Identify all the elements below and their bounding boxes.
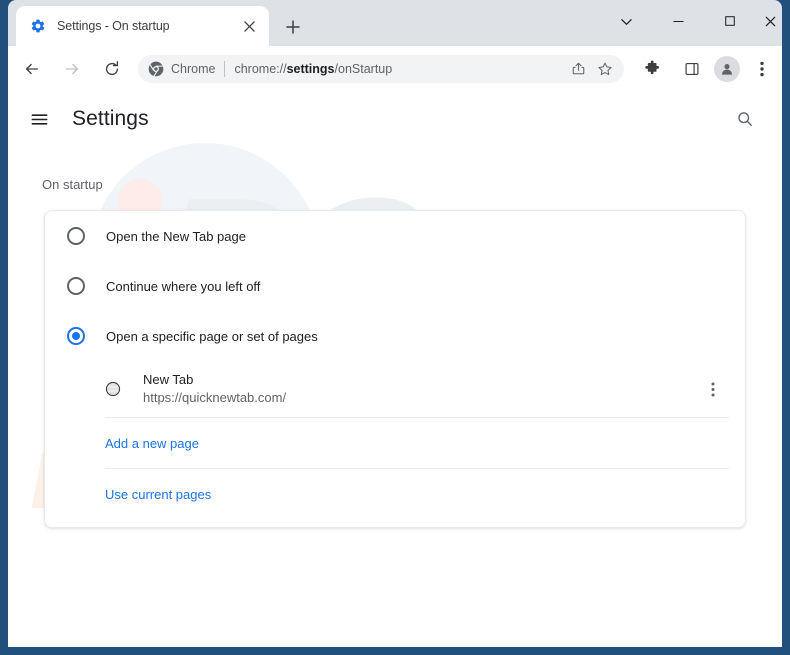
radio-indicator[interactable] [67,227,85,245]
browser-menu-button[interactable] [748,55,776,83]
use-current-pages-link[interactable]: Use current pages [45,469,745,519]
browser-window: Settings - On startup Chrome chrome://se… [0,0,790,655]
startup-option-new-tab[interactable]: Open the New Tab page [45,211,745,261]
share-icon[interactable] [565,56,591,82]
window-chevron-down-icon[interactable] [604,4,648,38]
startup-option-label: Open a specific page or set of pages [106,328,318,344]
add-new-page-link[interactable]: Add a new page [45,418,745,468]
new-tab-button[interactable] [279,13,307,41]
address-bar[interactable]: Chrome chrome://settings/onStartup [138,54,624,83]
star-icon[interactable] [592,56,618,82]
startup-option-continue[interactable]: Continue where you left off [45,261,745,311]
search-icon[interactable] [728,102,762,136]
url-host: settings [286,61,335,76]
reload-button[interactable] [98,55,126,83]
radio-indicator[interactable] [67,277,85,295]
page-title: Settings [72,107,149,130]
startup-page-title: New Tab [143,372,194,387]
url-path: /onStartup [334,61,393,76]
startup-option-specific-pages[interactable]: Open a specific page or set of pages [45,311,745,361]
radio-indicator-selected[interactable] [67,327,85,345]
chrome-icon [148,61,164,77]
profile-avatar[interactable] [714,55,740,82]
browser-tab[interactable]: Settings - On startup [16,6,269,46]
back-button[interactable] [18,55,46,83]
on-startup-card: Open the New Tab page Continue where you… [44,210,746,528]
globe-icon [105,381,121,397]
startup-page-url: https://quicknewtab.com/ [143,390,287,405]
tab-title: Settings - On startup [57,19,170,33]
omnibox-chip-label: Chrome [171,61,216,76]
omnibox-actions [564,56,618,82]
add-new-page-label: Add a new page [105,435,199,451]
forward-button[interactable] [58,55,86,83]
settings-page: PC risk.com Settings On startup Open the… [8,91,782,647]
gear-icon [31,19,45,33]
url-prefix: chrome:// [234,61,287,76]
window-close-button[interactable] [748,4,790,38]
omnibox-url: chrome://settings/onStartup [234,62,564,76]
startup-page-text: New Tab https://quicknewtab.com/ [143,371,699,407]
hamburger-menu-icon[interactable] [22,102,56,136]
use-current-pages-label: Use current pages [105,486,212,502]
side-panel-button[interactable] [678,55,706,83]
startup-option-label: Open the New Tab page [106,228,246,244]
window-minimize-button[interactable] [656,4,700,38]
startup-page-row: New Tab https://quicknewtab.com/ [45,361,745,417]
tab-strip: Settings - On startup [8,0,782,46]
section-label: On startup [42,177,103,192]
tab-close-icon[interactable] [239,16,259,36]
extensions-button[interactable] [638,55,666,83]
browser-toolbar: Chrome chrome://settings/onStartup [8,46,782,91]
window-maximize-button[interactable] [708,4,752,38]
settings-header: Settings [8,91,782,147]
startup-option-label: Continue where you left off [106,278,261,294]
omnibox-divider [224,60,226,77]
startup-page-menu-icon[interactable] [699,375,727,403]
